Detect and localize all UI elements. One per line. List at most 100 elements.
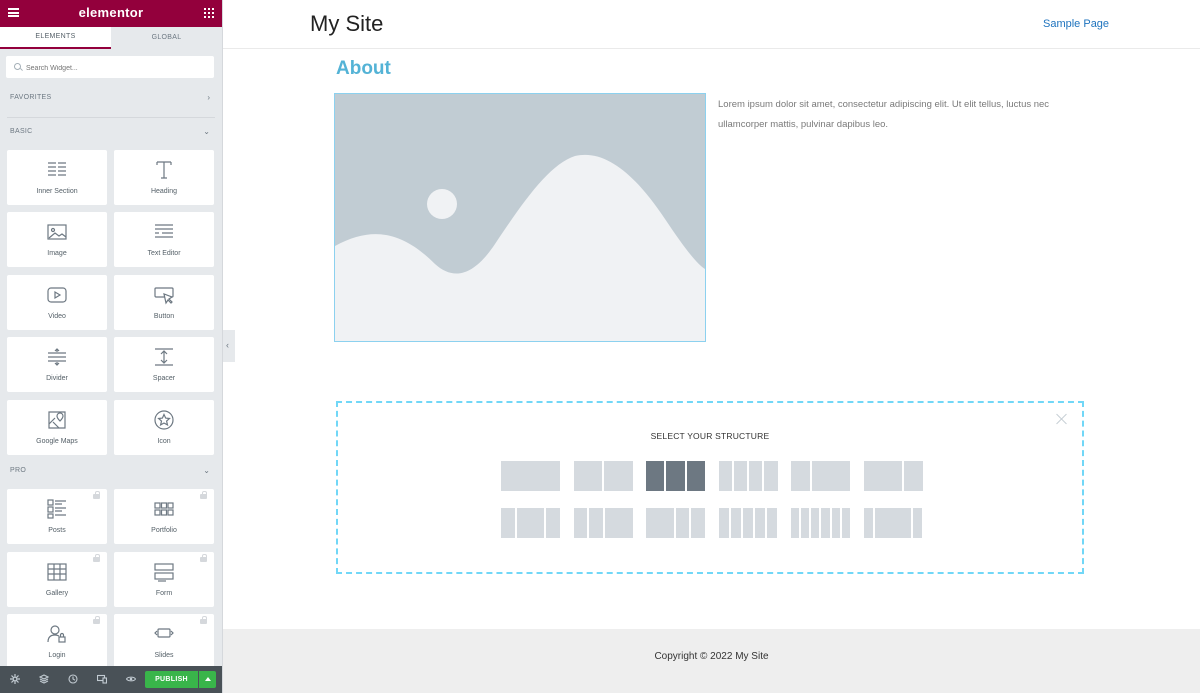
structure-title: SELECT YOUR STRUCTURE	[650, 431, 770, 441]
publish-options-button[interactable]	[199, 671, 216, 688]
history-icon[interactable]	[68, 674, 78, 684]
structure-column	[604, 461, 633, 491]
category-basic[interactable]: BASIC ⌄	[0, 124, 222, 142]
image-placeholder[interactable]	[334, 93, 706, 342]
widget-button[interactable]: Button	[114, 275, 214, 330]
structure-preset[interactable]	[718, 461, 778, 491]
widget-icon[interactable]: Icon	[114, 400, 214, 455]
apps-grid-icon[interactable]	[204, 8, 214, 18]
structure-preset[interactable]	[863, 508, 923, 538]
widget-video[interactable]: Video	[7, 275, 107, 330]
structure-column	[501, 461, 560, 491]
structure-column	[903, 461, 923, 491]
text-editor-content: Lorem ipsum dolor sit amet, consectetur …	[718, 99, 1050, 130]
text-editor-icon	[155, 224, 173, 238]
structure-column	[755, 508, 766, 538]
structure-column	[718, 508, 729, 538]
widget-label: Portfolio	[151, 527, 177, 534]
structure-column	[733, 461, 747, 491]
widget-form[interactable]: Form	[114, 552, 214, 607]
structure-column	[812, 461, 850, 491]
widget-label: Slides	[154, 652, 174, 659]
widget-label: Inner Section	[36, 188, 78, 195]
nav-link-sample-page[interactable]: Sample Page	[1043, 18, 1109, 30]
widget-label: Google Maps	[36, 438, 78, 445]
structure-column	[913, 508, 923, 538]
navigator-icon[interactable]	[39, 674, 49, 684]
search-icon	[14, 63, 21, 70]
settings-icon[interactable]	[10, 674, 20, 684]
structure-preset[interactable]	[646, 461, 705, 491]
site-footer: Copyright © 2022 My Site	[223, 629, 1200, 693]
chevron-left-icon: ‹	[226, 340, 229, 350]
widget-label: Video	[48, 313, 66, 320]
preview-icon[interactable]	[126, 674, 136, 684]
structure-preset[interactable]	[718, 508, 778, 538]
structure-preset[interactable]	[863, 461, 923, 491]
widget-spacer[interactable]: Spacer	[114, 337, 214, 392]
panel-collapse-handle[interactable]: ‹	[223, 330, 235, 362]
widget-portfolio[interactable]: Portfolio	[114, 489, 214, 544]
structure-column	[801, 508, 810, 538]
spacer-icon	[155, 348, 173, 366]
widget-slides[interactable]: Slides	[114, 614, 214, 669]
structure-column	[791, 461, 810, 491]
chevron-right-icon: ›	[207, 93, 210, 102]
structure-preset[interactable]	[573, 508, 633, 538]
widget-image[interactable]: Image	[7, 212, 107, 267]
structure-column	[730, 508, 741, 538]
category-label: BASIC	[10, 128, 33, 135]
widget-divider[interactable]: Divider	[7, 337, 107, 392]
search-input[interactable]	[24, 56, 208, 80]
editor-panel: elementor ELEMENTS GLOBAL FAVORITES › BA…	[0, 0, 223, 693]
structure-column	[874, 508, 912, 538]
structure-preset[interactable]	[501, 508, 560, 538]
structure-preset[interactable]	[646, 508, 705, 538]
close-icon[interactable]	[1056, 413, 1068, 425]
image-icon	[47, 224, 67, 240]
widget-label: Icon	[157, 438, 171, 445]
panel-tabs: ELEMENTS GLOBAL	[0, 27, 222, 49]
structure-column	[573, 508, 588, 538]
widget-text-editor[interactable]: Text Editor	[114, 212, 214, 267]
category-pro[interactable]: PRO ⌄	[0, 463, 222, 481]
widget-label: Image	[47, 250, 67, 257]
structure-column	[501, 508, 515, 538]
video-icon	[47, 287, 67, 303]
widget-label: Posts	[48, 527, 66, 534]
widget-gallery[interactable]: Gallery	[7, 552, 107, 607]
site-title[interactable]: My Site	[310, 11, 383, 37]
lock-icon	[200, 491, 207, 499]
elementor-logo: elementor	[78, 5, 144, 20]
publish-button[interactable]: PUBLISH	[145, 671, 198, 688]
structure-preset[interactable]	[791, 461, 850, 491]
widget-label: Gallery	[45, 590, 69, 597]
tab-elements[interactable]: ELEMENTS	[0, 27, 111, 49]
structure-preset[interactable]	[501, 461, 560, 491]
star-icon	[154, 410, 174, 430]
structure-column	[863, 461, 902, 491]
structure-preset[interactable]	[791, 508, 850, 538]
widget-login[interactable]: Login	[7, 614, 107, 669]
editor-topbar: elementor	[0, 0, 222, 27]
widget-label: Spacer	[152, 375, 176, 382]
image-placeholder-icon	[335, 154, 705, 341]
tab-global[interactable]: GLOBAL	[111, 27, 222, 49]
lock-icon	[200, 616, 207, 624]
widget-inner-section[interactable]: Inner Section	[7, 150, 107, 205]
category-favorites[interactable]: FAVORITES ›	[0, 90, 222, 108]
widget-google-maps[interactable]: Google Maps	[7, 400, 107, 455]
login-icon	[47, 625, 66, 643]
responsive-icon[interactable]	[97, 674, 107, 684]
structure-column	[666, 461, 685, 491]
widget-posts[interactable]: Posts	[7, 489, 107, 544]
page-heading: About	[336, 58, 391, 79]
structure-column	[675, 508, 690, 538]
lock-icon	[93, 616, 100, 624]
portfolio-icon	[154, 502, 174, 516]
heading-icon	[156, 161, 172, 179]
lock-icon	[93, 491, 100, 499]
divider	[7, 117, 215, 118]
widget-heading[interactable]: Heading	[114, 150, 214, 205]
structure-preset[interactable]	[573, 461, 633, 491]
